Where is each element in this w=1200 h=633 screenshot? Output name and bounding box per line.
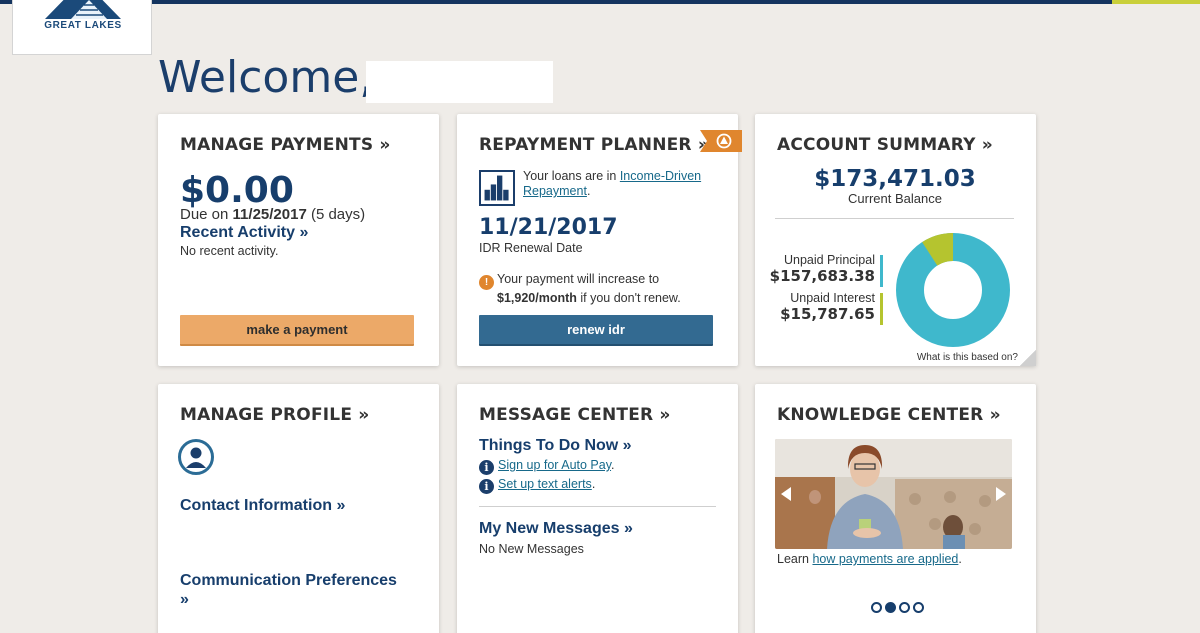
warning-text: Your payment will increase to bbox=[497, 272, 660, 286]
unpaid-principal-legend: Unpaid Principal $157,683.38 bbox=[769, 253, 883, 287]
user-name-redaction bbox=[366, 61, 553, 103]
manage-profile-card: MANAGE PROFILE » Contact Information » C… bbox=[158, 384, 439, 633]
manage-payments-title[interactable]: MANAGE PAYMENTS » bbox=[180, 135, 391, 155]
warning-amount: $1,920/month bbox=[497, 291, 577, 305]
carousel-image[interactable] bbox=[775, 439, 1012, 549]
things-to-do-link[interactable]: Things To Do Now » bbox=[479, 437, 632, 455]
todo-item-auto-pay: i Sign up for Auto Pay. bbox=[479, 458, 615, 475]
logo-text: GREAT LAKES bbox=[44, 20, 122, 31]
unpaid-interest-value: $15,787.65 bbox=[780, 305, 875, 323]
manage-payments-card: MANAGE PAYMENTS » $0.00 Due on 11/25/201… bbox=[158, 114, 439, 366]
carousel-next-arrow-icon[interactable] bbox=[996, 487, 1006, 501]
divider bbox=[775, 218, 1014, 219]
learn-text: Learn how payments are applied. bbox=[777, 552, 962, 566]
warning-ribbon-icon bbox=[700, 130, 742, 152]
todo-item-text-alerts: i Set up text alerts. bbox=[479, 477, 595, 494]
page-fold-corner bbox=[1020, 350, 1036, 366]
warning-icon: ! bbox=[479, 275, 494, 290]
communication-preferences-arrow[interactable]: » bbox=[180, 591, 189, 609]
knowledge-center-title[interactable]: KNOWLEDGE CENTER » bbox=[777, 405, 1001, 425]
no-new-messages: No New Messages bbox=[479, 542, 584, 556]
account-summary-title[interactable]: ACCOUNT SUMMARY » bbox=[777, 135, 993, 155]
learn-prefix: Learn bbox=[777, 552, 813, 566]
message-center-card: MESSAGE CENTER » Things To Do Now » i Sig… bbox=[457, 384, 738, 633]
manage-profile-title[interactable]: MANAGE PROFILE » bbox=[180, 405, 369, 425]
carousel-dot[interactable] bbox=[913, 602, 924, 613]
make-payment-button[interactable]: make a payment bbox=[180, 315, 414, 346]
due-date-text: Due on 11/25/2017 (5 days) bbox=[180, 206, 365, 223]
bar-chart-icon bbox=[479, 170, 515, 206]
communication-preferences-link[interactable]: Communication Preferences bbox=[180, 572, 397, 590]
set-up-text-alerts-link[interactable]: Set up text alerts bbox=[498, 477, 592, 491]
period: . bbox=[611, 458, 615, 472]
renew-idr-button[interactable]: renew idr bbox=[479, 315, 713, 346]
due-prefix: Due on bbox=[180, 206, 233, 223]
carousel-prev-arrow-icon[interactable] bbox=[781, 487, 791, 501]
period: . bbox=[586, 184, 591, 198]
due-date: 11/25/2017 bbox=[232, 206, 307, 223]
interest-color-bar bbox=[880, 293, 883, 325]
carousel-dots bbox=[871, 602, 924, 613]
unpaid-principal-label: Unpaid Principal bbox=[783, 253, 875, 267]
account-summary-card: ACCOUNT SUMMARY » $173,471.03 Current Ba… bbox=[755, 114, 1036, 366]
welcome-heading: Welcome, bbox=[158, 52, 374, 103]
idr-renewal-date: 11/21/2017 bbox=[479, 215, 618, 240]
loans-text: Your loans are in bbox=[523, 169, 620, 183]
income-driven-text: Your loans are in Income-Driven Repaymen… bbox=[523, 169, 723, 199]
repayment-planner-title[interactable]: REPAYMENT PLANNER » bbox=[479, 135, 709, 155]
no-recent-activity: No recent activity. bbox=[180, 244, 279, 258]
current-balance: $173,471.03 bbox=[814, 166, 976, 192]
period: . bbox=[591, 477, 596, 491]
mountain-logo-icon bbox=[45, 0, 121, 19]
logo[interactable]: GREAT LAKES bbox=[12, 0, 152, 55]
unpaid-principal-value: $157,683.38 bbox=[769, 267, 875, 285]
user-icon[interactable] bbox=[178, 439, 214, 475]
recent-activity-link[interactable]: Recent Activity » bbox=[180, 224, 308, 242]
top-bar-accent bbox=[1112, 0, 1200, 4]
info-icon: i bbox=[479, 460, 494, 475]
due-suffix: (5 days) bbox=[306, 206, 366, 223]
what-is-this-based-on-link[interactable]: What is this based on? bbox=[917, 352, 1018, 363]
top-bar bbox=[0, 0, 1200, 4]
payment-amount: $0.00 bbox=[180, 170, 294, 211]
woman-with-cup-photo bbox=[775, 439, 1012, 549]
message-center-title[interactable]: MESSAGE CENTER » bbox=[479, 405, 671, 425]
idr-renewal-label: IDR Renewal Date bbox=[479, 241, 583, 255]
sign-up-auto-pay-link[interactable]: Sign up for Auto Pay bbox=[498, 458, 611, 472]
carousel-dot-active[interactable] bbox=[885, 602, 896, 613]
unpaid-interest-label: Unpaid Interest bbox=[790, 291, 875, 305]
warning-suffix: if you don't renew. bbox=[576, 291, 681, 305]
info-icon: i bbox=[479, 479, 494, 494]
my-new-messages-link[interactable]: My New Messages » bbox=[479, 520, 633, 538]
carousel-dot[interactable] bbox=[899, 602, 910, 613]
learn-suffix: . bbox=[958, 552, 962, 566]
knowledge-center-card: KNOWLEDGE CENTER » Learn how payments ar… bbox=[755, 384, 1036, 633]
contact-information-link[interactable]: Contact Information » bbox=[180, 497, 345, 515]
balance-donut-chart bbox=[896, 233, 1010, 347]
unpaid-interest-legend: Unpaid Interest $15,787.65 bbox=[780, 291, 883, 325]
repayment-planner-card: REPAYMENT PLANNER » Your loans are in In… bbox=[457, 114, 742, 366]
current-balance-label: Current Balance bbox=[848, 191, 942, 206]
carousel-dot[interactable] bbox=[871, 602, 882, 613]
divider bbox=[479, 506, 716, 507]
how-payments-are-applied-link[interactable]: how payments are applied bbox=[812, 552, 958, 566]
principal-color-bar bbox=[880, 255, 883, 287]
payment-increase-warning: ! Your payment will increase to $1,920/mo… bbox=[479, 271, 719, 307]
